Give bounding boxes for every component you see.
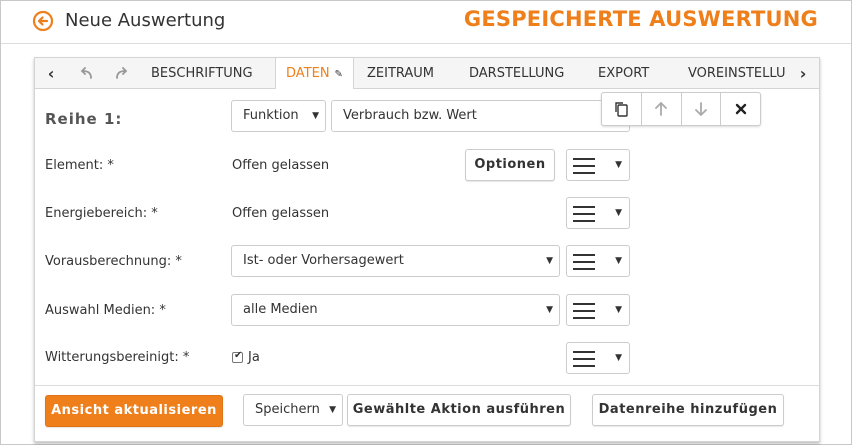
update-view-button[interactable]: Ansicht aktualisieren: [45, 395, 223, 427]
series-label: Reihe 1:: [45, 110, 123, 128]
add-series-button[interactable]: Datenreihe hinzufügen: [592, 394, 784, 426]
hamburger-icon: [573, 158, 595, 174]
function-select[interactable]: Funktion ▼: [231, 100, 326, 132]
forecast-select-value: Ist- oder Vorhersagewert: [243, 253, 404, 268]
media-select[interactable]: alle Medien ▼: [231, 294, 560, 326]
energy-label: Energiebereich: *: [45, 206, 158, 221]
tab-zeitraum[interactable]: ZEITRAUM: [367, 58, 434, 88]
caret-down-icon: ▼: [615, 353, 622, 363]
delete-series-button[interactable]: [721, 93, 760, 125]
close-icon: [735, 103, 746, 115]
caret-down-icon: ▼: [615, 160, 622, 170]
move-down-button[interactable]: [682, 93, 722, 125]
forecast-select[interactable]: Ist- oder Vorhersagewert ▼: [231, 245, 560, 277]
tab-daten[interactable]: DATEN ✎: [275, 58, 354, 89]
undo-icon[interactable]: [75, 58, 97, 88]
tab-darstellung[interactable]: DARSTELLUNG: [469, 58, 564, 88]
action-select[interactable]: Speichern ▼: [243, 394, 343, 426]
back-arrow-icon[interactable]: [32, 10, 54, 32]
copy-icon: [615, 102, 629, 117]
caret-down-icon: ▼: [615, 305, 622, 315]
tab-voreinstellungen[interactable]: VOREINSTELLU: [688, 58, 795, 88]
move-up-button[interactable]: [642, 93, 682, 125]
energy-menu-button[interactable]: ▼: [566, 197, 630, 229]
hamburger-icon: [573, 351, 595, 367]
pencil-icon: ✎: [334, 69, 343, 80]
element-menu-button[interactable]: ▼: [566, 149, 630, 181]
weather-checkbox-label[interactable]: Ja: [248, 350, 260, 365]
tab-scroll-right-icon[interactable]: ›: [792, 58, 814, 88]
top-bar: Neue Auswertung GESPEICHERTE AUSWERTUNG: [1, 1, 851, 44]
forecast-label: Vorausberechnung: *: [45, 254, 182, 269]
options-button[interactable]: Optionen: [465, 149, 555, 181]
media-menu-button[interactable]: ▼: [566, 294, 630, 326]
tab-bar: ‹ BESCHRIFTUNG DATEN ✎ ZEITRAUM DARSTELLU…: [35, 58, 819, 89]
media-label: Auswahl Medien: *: [45, 303, 166, 318]
caret-down-icon: ▼: [615, 208, 622, 218]
energy-value: Offen gelassen: [232, 206, 330, 221]
hamburger-icon: [573, 206, 595, 222]
execute-action-button[interactable]: Gewählte Aktion ausführen: [347, 394, 571, 426]
weather-checkbox[interactable]: ✔: [232, 350, 243, 363]
tab-daten-label: DATEN: [286, 66, 330, 81]
function-value-select[interactable]: Verbrauch bzw. Wert: [331, 100, 630, 132]
series-toolbar: [601, 92, 761, 126]
copy-series-button[interactable]: [602, 93, 642, 125]
function-select-value: Funktion: [243, 108, 299, 123]
footer-divider: [35, 385, 819, 386]
caret-down-icon: ▼: [546, 305, 553, 315]
function-value-text: Verbrauch bzw. Wert: [343, 108, 477, 123]
checkmark-icon: ✔: [234, 350, 243, 361]
app-window: Neue Auswertung GESPEICHERTE AUSWERTUNG …: [0, 0, 852, 445]
forecast-menu-button[interactable]: ▼: [566, 245, 630, 277]
media-select-value: alle Medien: [243, 302, 318, 317]
tab-beschriftung[interactable]: BESCHRIFTUNG: [151, 58, 253, 88]
hamburger-icon: [573, 303, 595, 319]
hamburger-icon: [573, 254, 595, 270]
redo-icon[interactable]: [111, 58, 133, 88]
action-select-value: Speichern: [255, 402, 320, 417]
settings-panel: ‹ BESCHRIFTUNG DATEN ✎ ZEITRAUM DARSTELLU…: [34, 57, 820, 442]
tab-scroll-left-icon[interactable]: ‹: [40, 58, 62, 88]
page-headline: GESPEICHERTE AUSWERTUNG: [463, 7, 818, 31]
weather-label: Witterungsbereinigt: *: [45, 350, 190, 365]
caret-down-icon: ▼: [615, 256, 622, 266]
element-value: Offen gelassen: [232, 158, 330, 173]
weather-menu-button[interactable]: ▼: [566, 342, 630, 374]
caret-down-icon: ▼: [329, 405, 336, 415]
element-label: Element: *: [45, 158, 114, 173]
back-link[interactable]: Neue Auswertung: [65, 10, 225, 31]
caret-down-icon: ▼: [546, 256, 553, 266]
caret-down-icon: ▼: [312, 111, 319, 121]
tab-export[interactable]: EXPORT: [598, 58, 649, 88]
arrow-down-icon: [694, 102, 707, 117]
arrow-up-icon: [655, 101, 668, 116]
